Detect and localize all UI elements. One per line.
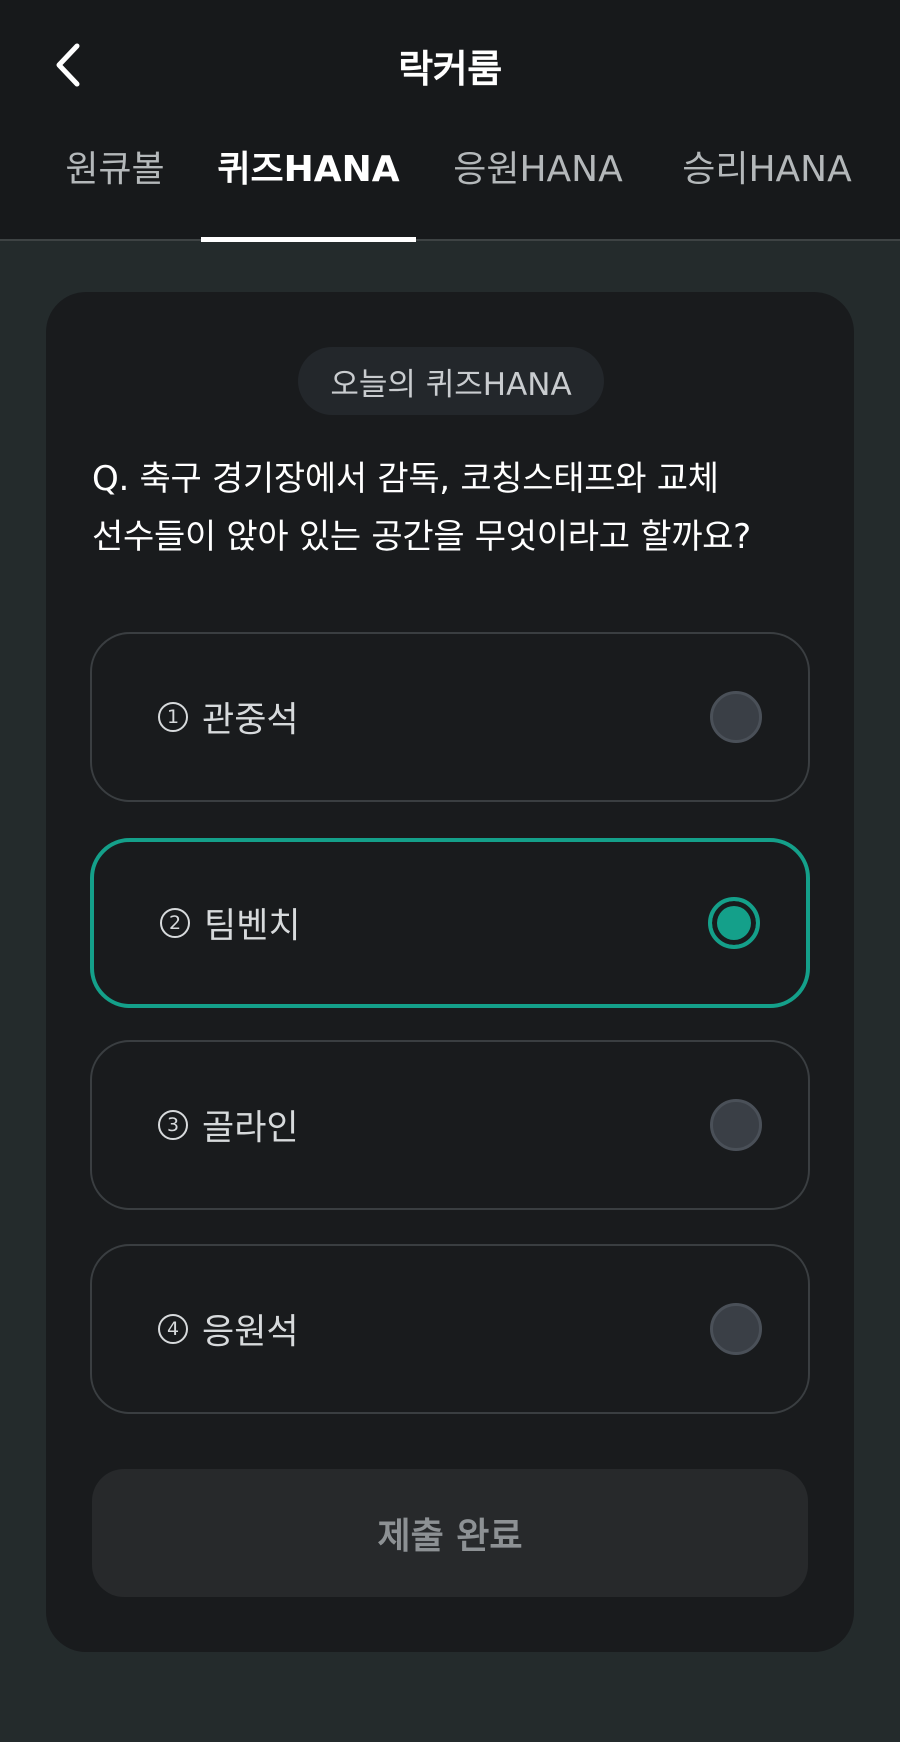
radio-button[interactable] [710, 1303, 762, 1355]
circled-number-icon: 1 [158, 702, 188, 732]
option-label: 응원석 [202, 1312, 299, 1353]
option-4[interactable]: 4 응원석 [90, 1244, 810, 1414]
top-bar: 락커룸 원큐볼 퀴즈HANA 응원HANA 승리HANA [0, 0, 900, 242]
circled-number-icon: 4 [158, 1314, 188, 1344]
app-screen: 락커룸 원큐볼 퀴즈HANA 응원HANA 승리HANA 오늘의 퀴즈HANA … [0, 0, 900, 1742]
option-1[interactable]: 1 관중석 [90, 632, 810, 802]
circled-number-icon: 3 [158, 1110, 188, 1140]
quiz-question: Q. 축구 경기장에서 감독, 코칭스태프와 교체 선수들이 앉아 있는 공간을… [92, 450, 812, 566]
tab-win-hana[interactable]: 승리HANA [676, 150, 858, 240]
submit-button[interactable]: 제출 완료 [92, 1469, 808, 1597]
tab-label: 원큐볼 [65, 149, 165, 190]
tab-wonqball[interactable]: 원큐볼 [64, 150, 166, 240]
option-3[interactable]: 3 골라인 [90, 1040, 810, 1210]
tab-quiz-hana[interactable]: 퀴즈HANA [201, 150, 416, 240]
tab-cheer-hana[interactable]: 응원HANA [448, 150, 628, 240]
quiz-chip: 오늘의 퀴즈HANA [298, 347, 604, 415]
option-label: 골라인 [202, 1108, 299, 1149]
quiz-card: 오늘의 퀴즈HANA Q. 축구 경기장에서 감독, 코칭스태프와 교체 선수들… [46, 292, 854, 1652]
tab-label: 승리HANA [682, 149, 852, 190]
tab-label: 응원HANA [453, 149, 623, 190]
tab-label: 퀴즈HANA [217, 149, 400, 190]
question-line-2: 선수들이 앉아 있는 공간을 무엇이라고 할까요? [92, 517, 751, 557]
option-2[interactable]: 2 팀벤치 [90, 838, 810, 1008]
circled-number-icon: 2 [160, 908, 190, 938]
radio-button[interactable] [710, 691, 762, 743]
option-label: 팀벤치 [204, 906, 301, 947]
radio-button[interactable] [710, 1099, 762, 1151]
radio-button-selected[interactable] [708, 897, 760, 949]
question-line-1: Q. 축구 경기장에서 감독, 코칭스태프와 교체 [92, 459, 719, 499]
page-title: 락커룸 [398, 47, 502, 91]
active-tab-indicator [201, 237, 416, 242]
option-label: 관중석 [202, 700, 299, 741]
tab-bar: 원큐볼 퀴즈HANA 응원HANA 승리HANA [0, 150, 900, 242]
